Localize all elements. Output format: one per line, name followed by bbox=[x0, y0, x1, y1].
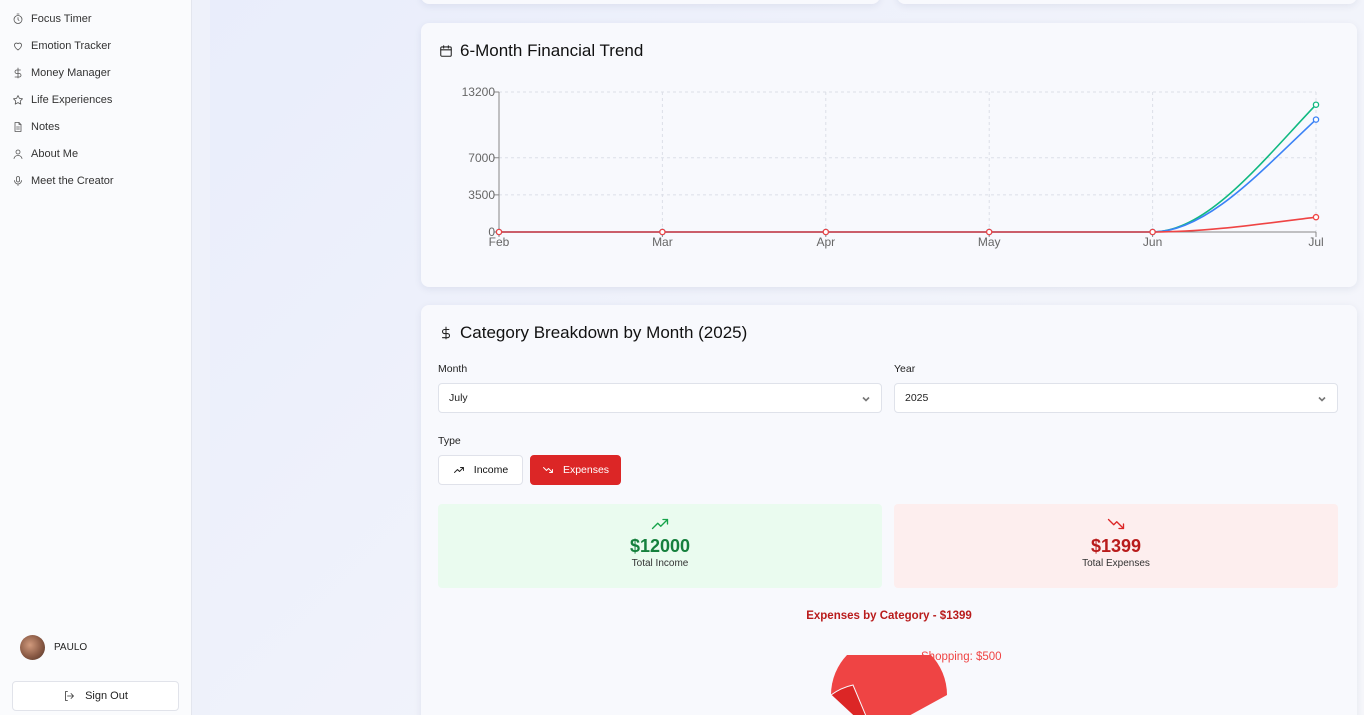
sidebar-item-label: Meet the Creator bbox=[31, 175, 114, 187]
income-button-label: Income bbox=[473, 464, 509, 476]
user-icon bbox=[13, 149, 23, 159]
sign-out-button[interactable]: Sign Out bbox=[12, 681, 179, 711]
financial-trend-card: 6-Month Financial Trend 0 3500 7000 13200 Fe… bbox=[421, 23, 1357, 287]
expenses-type-button[interactable]: Expenses bbox=[530, 455, 621, 485]
category-breakdown-title: Category Breakdown by Month (2025) bbox=[439, 323, 747, 343]
dollar-icon bbox=[14, 67, 22, 79]
summary-card-left bbox=[421, 0, 880, 4]
avatar bbox=[20, 635, 45, 660]
data-point bbox=[659, 228, 666, 236]
chevron-down-icon bbox=[862, 396, 870, 402]
trending-down-icon bbox=[542, 467, 553, 473]
y-tick-label: 3500 bbox=[468, 188, 495, 202]
total-income-amount: $12000 bbox=[629, 536, 691, 556]
user-name: PAULO bbox=[54, 642, 88, 653]
sidebar-item-label: About Me bbox=[31, 148, 79, 160]
data-point bbox=[985, 228, 993, 236]
x-tick-label: Mar bbox=[652, 235, 673, 249]
x-tick-label: Jun bbox=[1143, 235, 1162, 249]
sidebar-item-focus-timer[interactable]: Focus Timer bbox=[12, 9, 92, 29]
sidebar-item-emotion-tracker[interactable]: Emotion Tracker bbox=[12, 36, 111, 56]
user-profile[interactable]: PAULO bbox=[20, 635, 87, 660]
sidebar-item-life-experiences[interactable]: Life Experiences bbox=[12, 90, 112, 110]
total-expenses-label: Total Expenses bbox=[1082, 558, 1150, 569]
year-select[interactable]: 2025 bbox=[894, 383, 1338, 413]
y-tick-label: 13200 bbox=[462, 85, 496, 99]
chevron-down-icon bbox=[1318, 396, 1326, 402]
trend-line-chart: 03500700013200Feb Mar Apr May Jun Jul bbox=[462, 85, 1324, 249]
sidebar-item-meet-the-creator[interactable]: Meet the Creator bbox=[12, 171, 114, 191]
total-income-card: $12000 Total Income bbox=[438, 504, 882, 588]
total-income-label: Total Income bbox=[631, 558, 689, 569]
logout-icon bbox=[65, 691, 74, 701]
sidebar-item-label: Notes bbox=[31, 121, 60, 133]
sidebar-item-label: Life Experiences bbox=[31, 94, 113, 106]
x-tick-label: May bbox=[978, 235, 1001, 249]
sign-out-label: Sign Out bbox=[85, 690, 128, 702]
series-line bbox=[499, 104, 1317, 233]
sidebar-item-about-me[interactable]: About Me bbox=[12, 144, 78, 164]
data-point bbox=[1312, 213, 1320, 221]
y-tick-label: 7000 bbox=[468, 151, 495, 165]
data-point bbox=[1312, 101, 1320, 108]
category-breakdown-card: Category Breakdown by Month (2025) Month… bbox=[421, 305, 1357, 715]
microphone-icon bbox=[14, 176, 22, 186]
sidebar-item-label: Money Manager bbox=[31, 67, 111, 79]
heart-icon bbox=[14, 42, 22, 51]
sidebar-item-label: Emotion Tracker bbox=[31, 40, 112, 52]
dollar-icon bbox=[441, 326, 451, 340]
trending-down-icon bbox=[1107, 518, 1125, 530]
breakdown-title-text: Category Breakdown by Month (2025) bbox=[460, 323, 748, 342]
year-select-value: 2025 bbox=[905, 392, 929, 404]
x-tick-label: Apr bbox=[816, 235, 835, 249]
total-expenses-card: $1399 Total Expenses bbox=[894, 504, 1338, 588]
month-select[interactable]: July bbox=[438, 383, 882, 413]
sidebar-item-money-manager[interactable]: Money Manager bbox=[12, 63, 111, 83]
sidebar-item-notes[interactable]: Notes bbox=[12, 117, 60, 137]
data-point bbox=[1312, 116, 1320, 123]
year-label: Year bbox=[894, 363, 916, 375]
month-label: Month bbox=[438, 363, 468, 375]
notes-icon bbox=[14, 122, 22, 132]
sidebar-item-label: Focus Timer bbox=[31, 13, 92, 25]
type-label: Type bbox=[438, 435, 461, 447]
data-point bbox=[495, 228, 503, 236]
data-point bbox=[822, 228, 830, 236]
income-type-button[interactable]: Income bbox=[438, 455, 523, 485]
x-tick-label: Feb bbox=[489, 235, 510, 249]
star-icon bbox=[13, 95, 23, 105]
data-point bbox=[1149, 228, 1156, 236]
pie-chart-title: Expenses by Category - $1399 bbox=[806, 610, 972, 622]
summary-card-right bbox=[897, 0, 1357, 4]
timer-icon bbox=[13, 13, 23, 24]
series-line bbox=[499, 118, 1317, 233]
total-expenses-amount: $1399 bbox=[1090, 536, 1142, 556]
month-select-value: July bbox=[449, 392, 468, 404]
expenses-pie-chart bbox=[830, 655, 947, 715]
sidebar: Focus Timer Emotion Tracker Money Manage… bbox=[0, 0, 192, 715]
expenses-button-label: Expenses bbox=[562, 464, 610, 476]
trending-up-icon bbox=[453, 467, 464, 473]
trending-up-icon bbox=[651, 518, 669, 530]
x-tick-label: Jul bbox=[1308, 235, 1323, 249]
